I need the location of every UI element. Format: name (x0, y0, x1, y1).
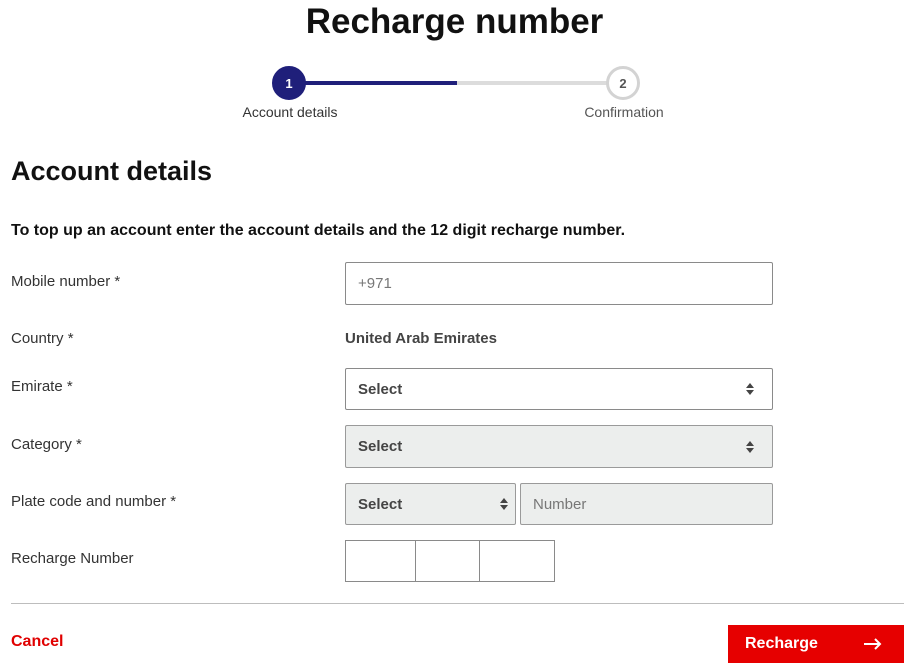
cancel-button[interactable]: Cancel (11, 633, 63, 651)
recharge-number-segment-1[interactable] (345, 540, 416, 582)
plate-number-input[interactable]: Number (520, 483, 773, 525)
mobile-number-label: Mobile number * (11, 273, 121, 290)
select-arrows-icon (746, 383, 754, 395)
select-arrows-icon (746, 440, 754, 453)
recharge-button[interactable]: Recharge (728, 625, 904, 663)
mobile-number-input[interactable]: +971 (345, 262, 773, 305)
plate-number-placeholder: Number (533, 495, 587, 513)
recharge-number-label: Recharge Number (11, 550, 134, 567)
category-label: Category * (11, 436, 82, 453)
country-value: United Arab Emirates (345, 330, 497, 347)
divider (11, 603, 904, 604)
arrow-right-icon (864, 638, 882, 650)
step-1-indicator: 1 (272, 66, 306, 100)
emirate-select[interactable]: Select (345, 368, 773, 410)
plate-code-select[interactable]: Select (345, 483, 516, 525)
step-2-indicator: 2 (606, 66, 640, 100)
stepper-progress (290, 81, 457, 85)
recharge-number-segment-3[interactable] (479, 540, 555, 582)
step-2-label: Confirmation (584, 104, 664, 120)
intro-text: To top up an account enter the account d… (11, 222, 626, 239)
section-title: Account details (11, 156, 213, 186)
plate-label: Plate code and number * (11, 493, 177, 510)
recharge-number-segment-2[interactable] (415, 540, 480, 582)
plate-code-select-value: Select (358, 495, 403, 513)
step-1-label: Account details (242, 104, 338, 120)
category-select-value: Select (358, 438, 403, 455)
page-title: Recharge number (305, 2, 604, 41)
emirate-label: Emirate * (11, 378, 73, 395)
mobile-number-placeholder: +971 (358, 275, 392, 292)
category-select[interactable]: Select (345, 425, 773, 468)
select-arrows-icon (500, 498, 508, 510)
emirate-select-value: Select (358, 380, 403, 398)
country-label: Country * (11, 330, 74, 347)
recharge-button-label: Recharge (745, 635, 818, 652)
